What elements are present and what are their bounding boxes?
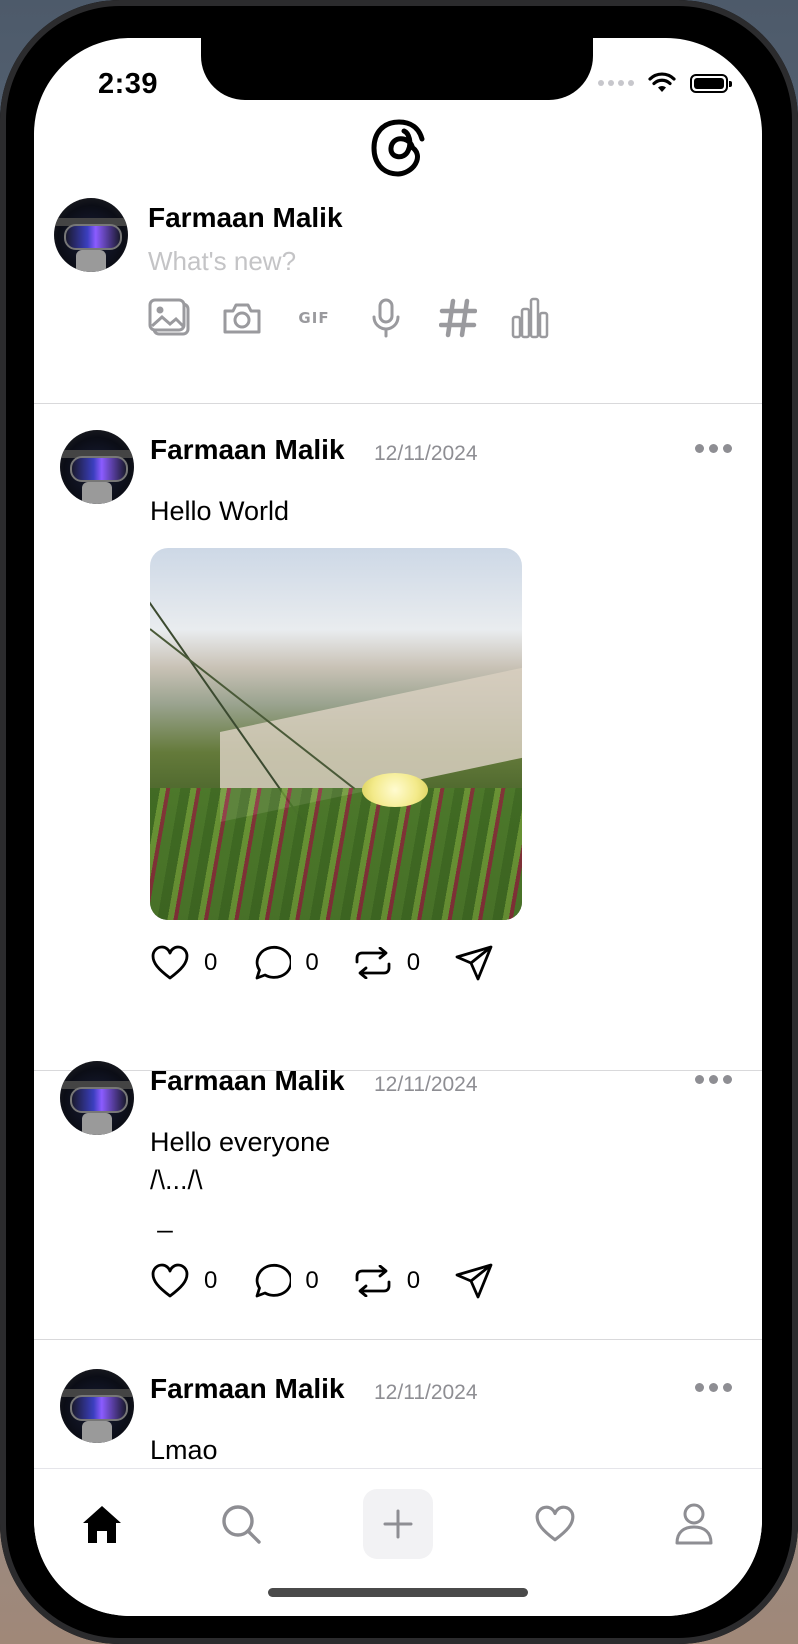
post-text: Lmao [150, 1435, 218, 1465]
threads-logo-icon [371, 119, 425, 177]
heart-icon [151, 945, 189, 980]
post-item[interactable]: Farmaan Malik 12/11/2024 Hello World 0 0… [34, 430, 762, 1070]
microphone-icon[interactable] [364, 296, 408, 340]
more-options-icon[interactable] [695, 1383, 732, 1392]
battery-icon [690, 73, 732, 93]
comment-count: 0 [305, 949, 319, 976]
profile-icon [675, 1503, 713, 1545]
repost-icon [355, 1265, 391, 1297]
avatar[interactable] [60, 430, 134, 504]
repost-button[interactable]: 0 [353, 947, 420, 979]
post-date: 12/11/2024 [374, 442, 478, 465]
share-button[interactable] [454, 1262, 494, 1300]
gif-icon[interactable]: GIF [292, 296, 336, 340]
notch [201, 38, 593, 100]
heart-icon [151, 1263, 189, 1298]
tab-compose[interactable] [363, 1489, 433, 1559]
post-author[interactable]: Farmaan Malik [150, 1065, 345, 1097]
divider [34, 403, 762, 404]
tab-profile[interactable] [659, 1489, 729, 1559]
post-actions: 0 0 0 [150, 1262, 528, 1300]
send-icon [455, 1263, 493, 1299]
post-actions: 0 0 0 [150, 944, 528, 982]
whats-new-input[interactable] [148, 246, 548, 277]
avatar[interactable] [60, 1061, 134, 1135]
share-button[interactable] [454, 944, 494, 982]
post-date: 12/11/2024 [374, 1073, 478, 1096]
app-screen: 2:39 Farmaan Malik What's new? GIF Farma… [34, 38, 762, 1616]
comment-button[interactable]: 0 [251, 1262, 319, 1300]
tab-activity[interactable] [520, 1489, 590, 1559]
status-time: 2:39 [98, 68, 159, 100]
heart-icon [535, 1505, 575, 1542]
home-indicator[interactable] [268, 1588, 528, 1597]
search-icon [222, 1505, 261, 1544]
comment-icon [255, 1264, 292, 1298]
tab-search[interactable] [206, 1489, 276, 1559]
post-image[interactable] [150, 548, 522, 920]
more-options-icon[interactable] [695, 444, 732, 453]
post-date: 12/11/2024 [374, 1381, 478, 1404]
post-item[interactable]: Farmaan Malik 12/11/2024 Lmao [34, 1369, 762, 1469]
post-author[interactable]: Farmaan Malik [150, 1373, 345, 1405]
poll-icon[interactable] [508, 296, 552, 340]
status-icons [598, 72, 732, 94]
plus-icon [383, 1509, 413, 1539]
repost-button[interactable]: 0 [353, 1265, 420, 1297]
camera-icon[interactable] [220, 296, 264, 340]
comment-count: 0 [305, 1267, 319, 1294]
home-icon [83, 1506, 121, 1543]
comment-icon [255, 946, 292, 980]
post-item[interactable]: Farmaan Malik 12/11/2024 Hello everyone … [34, 1061, 762, 1361]
like-count: 0 [204, 949, 218, 976]
composer-user-name: Farmaan Malik [148, 202, 343, 233]
avatar[interactable] [54, 198, 128, 272]
like-button[interactable]: 0 [150, 945, 217, 981]
repost-icon [355, 947, 391, 979]
like-count: 0 [204, 1267, 218, 1294]
image-gallery-icon[interactable] [148, 296, 192, 340]
more-options-icon[interactable] [695, 1075, 732, 1084]
wifi-icon [648, 72, 676, 92]
hashtag-icon[interactable] [436, 296, 480, 340]
post-text: Hello everyone /\.../\ _ [150, 1127, 331, 1233]
post-author[interactable]: Farmaan Malik [150, 434, 345, 466]
signal-dots-icon [598, 80, 634, 86]
like-button[interactable]: 0 [150, 1263, 217, 1299]
tab-home[interactable] [67, 1489, 137, 1559]
divider [34, 1339, 762, 1340]
composer-tools: GIF [148, 296, 552, 340]
post-text: Hello World [150, 496, 290, 526]
send-icon [455, 945, 493, 981]
phone-frame: 2:39 Farmaan Malik What's new? GIF Farma… [0, 0, 798, 1644]
comment-button[interactable]: 0 [251, 944, 319, 982]
composer: Farmaan Malik GIF [34, 198, 762, 442]
avatar[interactable] [60, 1369, 134, 1443]
repost-count: 0 [406, 949, 421, 976]
repost-count: 0 [406, 1267, 421, 1294]
